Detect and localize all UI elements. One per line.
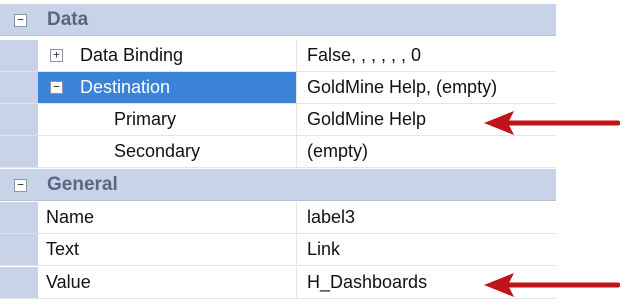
collapse-icon[interactable]: − (50, 81, 63, 94)
arrow-left-icon (484, 111, 620, 135)
property-name: Primary (114, 109, 176, 129)
category-label: Data (47, 9, 89, 30)
collapse-icon[interactable]: − (14, 14, 27, 27)
property-row-name[interactable]: Name label3 (0, 202, 556, 234)
property-name: Data Binding (80, 45, 184, 65)
property-value[interactable]: Link (307, 234, 340, 265)
property-value[interactable]: False, , , , , , 0 (307, 40, 421, 71)
category-data[interactable]: − Data (0, 4, 556, 36)
property-value[interactable]: (empty) (307, 136, 368, 167)
property-row-secondary[interactable]: Secondary (empty) (0, 136, 556, 168)
property-row-primary[interactable]: Primary GoldMine Help (0, 104, 556, 136)
property-row-value[interactable]: Value H_Dashboards (0, 267, 556, 299)
property-name: Name (46, 207, 95, 227)
property-grid: − Data + Data Binding False, , , , , , 0… (0, 0, 556, 306)
property-value[interactable]: label3 (307, 202, 355, 233)
property-value[interactable]: GoldMine Help (307, 104, 426, 135)
category-general[interactable]: − General (0, 169, 556, 201)
property-row-destination[interactable]: − Destination GoldMine Help, (empty) (0, 72, 556, 104)
property-name-cell-selected: − Destination (38, 72, 297, 103)
property-name: Secondary (114, 141, 201, 161)
property-row-text[interactable]: Text Link (0, 234, 556, 266)
property-name: Text (46, 239, 80, 259)
arrow-left-icon (484, 273, 620, 297)
category-label: General (47, 174, 118, 195)
expand-icon[interactable]: + (50, 49, 63, 62)
property-value[interactable]: H_Dashboards (307, 267, 427, 298)
property-name: Value (46, 272, 91, 292)
collapse-icon[interactable]: − (14, 179, 27, 192)
property-row-data-binding[interactable]: + Data Binding False, , , , , , 0 (0, 40, 556, 72)
property-value[interactable]: GoldMine Help, (empty) (307, 72, 497, 103)
property-name: Destination (80, 77, 171, 97)
